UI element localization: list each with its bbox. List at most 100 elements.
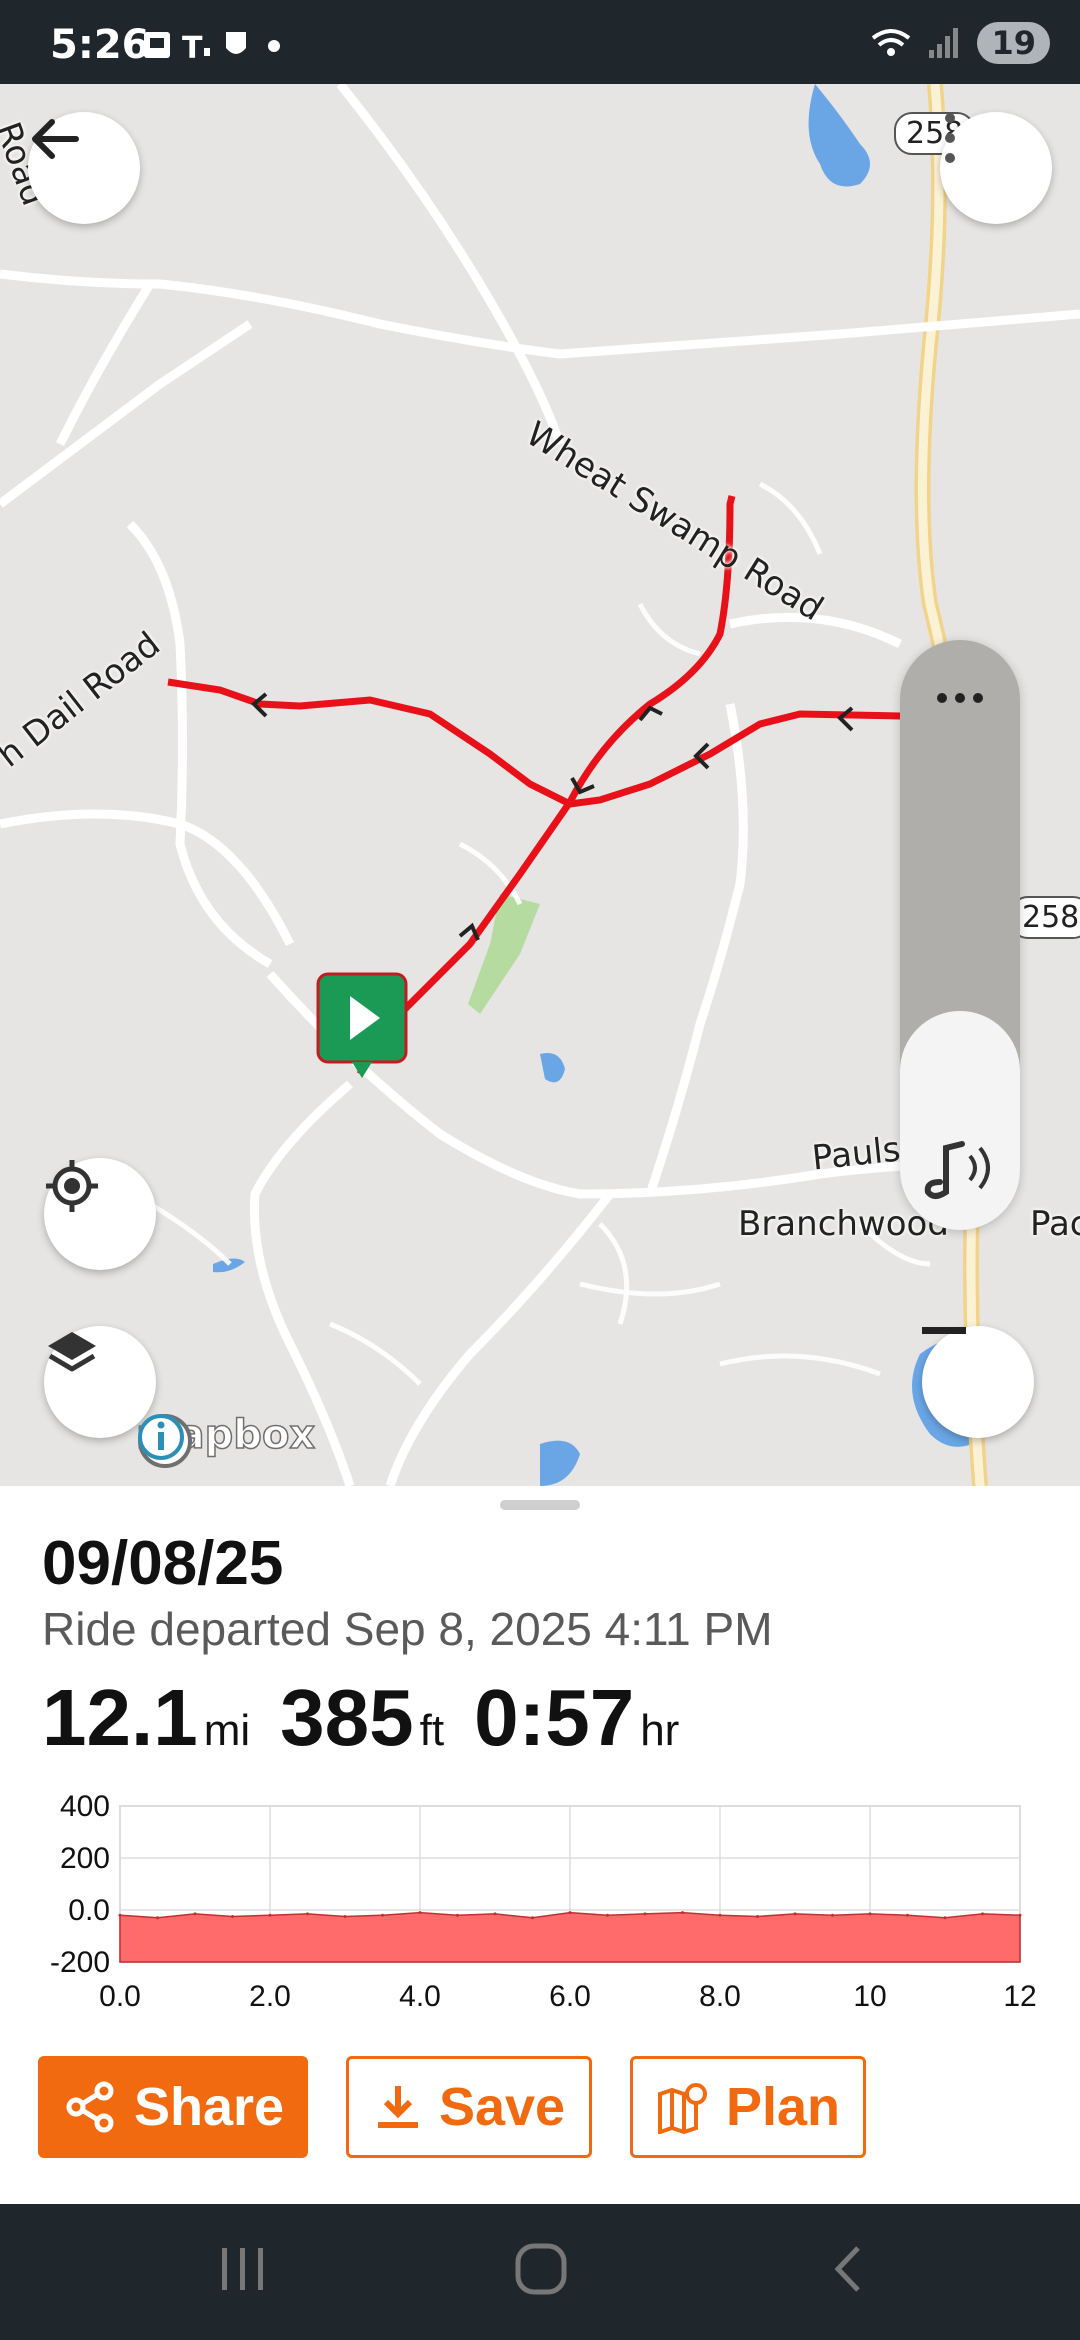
share-icon [66,2081,114,2133]
minus-icon [922,1327,966,1334]
water-spot [540,1053,565,1083]
back-nav-button[interactable] [822,2242,876,2301]
system-status-icons: 19 [871,22,1050,64]
elevation-value: 385 [280,1673,414,1762]
more-options-button[interactable] [940,112,1052,224]
chart-x-tick-label: 2.0 [249,1980,291,2013]
route-arrows [251,692,854,941]
mapbox-attribution: mapbox [135,1411,316,1468]
route-line-east [167,678,901,808]
play-marker-icon [316,972,408,1078]
share-button[interactable]: Share [38,2056,308,2158]
chart-x-tick-label: 4.0 [399,1980,441,2013]
chart-data-point [868,1912,872,1916]
chart-y-tick-label: 200 [60,1842,110,1875]
save-label: Save [438,2077,566,2137]
chart-data-point [718,1913,722,1917]
chart-x-tick-label: 0.0 [99,1980,141,2013]
volume-panel[interactable] [900,640,1020,1230]
chart-data-point [643,1912,647,1916]
chart-data-point [306,1912,309,1916]
recent-apps-button[interactable] [216,2242,270,2301]
elevation-stat: 385 ft [280,1672,444,1764]
back-button[interactable] [28,112,140,224]
ride-date: 09/08/25 [42,1529,284,1598]
save-button[interactable]: Save [346,2056,592,2158]
chart-data-point [231,1915,234,1918]
distance-stat: 12.1 mi [42,1672,250,1764]
map-pin-icon [657,2083,707,2134]
chart-data-point [831,1913,834,1917]
duration-value: 0:57 [474,1673,635,1762]
volume-slider-fill[interactable] [900,1010,1020,1230]
chart-data-point [568,1911,572,1915]
recents-icon [222,2248,263,2290]
notification-icons: T [140,26,310,75]
chart-data-point [456,1913,459,1917]
home-button[interactable] [514,2242,568,2301]
chart-data-point [943,1916,947,1920]
chart-data-point [906,1913,909,1917]
chart-data-point [268,1913,272,1917]
crosshair-icon [46,1160,98,1212]
chart-y-tick-label: 0.0 [68,1894,110,1927]
road-label-pac: Pac [1030,1204,1080,1244]
distance-unit: mi [203,1706,251,1755]
system-nav-bar [0,2204,1080,2340]
chart-data-point [1018,1913,1022,1917]
music-volume-icon [924,1141,990,1199]
locate-me-button[interactable] [44,1158,156,1270]
notification-icon-group: T [144,31,280,66]
chart-area-series [119,1911,1021,1963]
route-shield-right: 258 [1010,896,1080,939]
start-marker[interactable] [316,972,408,1082]
chart-data-point [681,1911,684,1915]
chart-data-point [156,1916,159,1920]
arrow-left-icon [32,119,79,159]
ride-details-sheet[interactable]: 09/08/25 Ride departed Sep 8, 2025 4:11 … [0,1486,1080,2204]
signal-icon [929,28,959,58]
ride-departed-text: Ride departed Sep 8, 2025 4:11 PM [42,1603,773,1655]
sheet-drag-handle[interactable] [500,1500,580,1510]
chart-x-tick-label: 12 [1003,1980,1036,2013]
zoom-out-button[interactable] [922,1326,1034,1438]
duration-stat: 0:57 hr [474,1672,679,1764]
plan-label: Plan [725,2077,841,2137]
chart-data-point [981,1912,984,1916]
download-icon [377,2086,418,2128]
plan-button[interactable]: Plan [630,2056,866,2158]
distance-value: 12.1 [42,1673,198,1762]
more-horizontal-icon[interactable] [900,660,1020,720]
action-buttons: Share Save Plan [38,2056,866,2158]
chart-data-point [793,1912,797,1916]
water-pond [808,84,870,187]
more-vertical-icon [945,113,955,163]
svg-text:T: T [182,31,203,66]
chart-data-point [418,1911,422,1915]
battery-badge: 19 [977,22,1050,64]
chevron-left-icon [834,2246,860,2292]
duration-unit: hr [640,1706,680,1755]
elevation-chart[interactable]: 4002000.0-2000.0 2.0 4.0 6.0 8.0 10 12 [0,1786,1080,2026]
chart-data-point [381,1913,384,1917]
elevation-unit: ft [419,1706,445,1755]
chart-x-tick-label: 6.0 [549,1980,591,2013]
chart-data-point [343,1915,347,1918]
chart-y-tick-label: 400 [60,1790,110,1823]
layers-icon [48,1332,96,1372]
status-bar: 5:26 T 19 [0,0,1080,84]
info-icon[interactable] [136,1412,186,1462]
ride-stats: 12.1 mi 385 ft 0:57 hr [42,1672,679,1764]
share-label: Share [133,2077,285,2137]
chart-x-tick-label: 8.0 [699,1980,741,2013]
chart-y-tick-label: -200 [50,1946,110,1979]
chart-data-point [531,1916,534,1920]
chart-data-point [756,1915,759,1918]
chart-data-point [606,1913,609,1917]
chart-data-point [493,1912,497,1916]
chart-data-point [193,1912,197,1916]
chart-data-point [118,1913,122,1917]
water-small [540,1440,580,1486]
home-icon [515,2243,567,2295]
status-time: 5:26 [50,22,150,68]
